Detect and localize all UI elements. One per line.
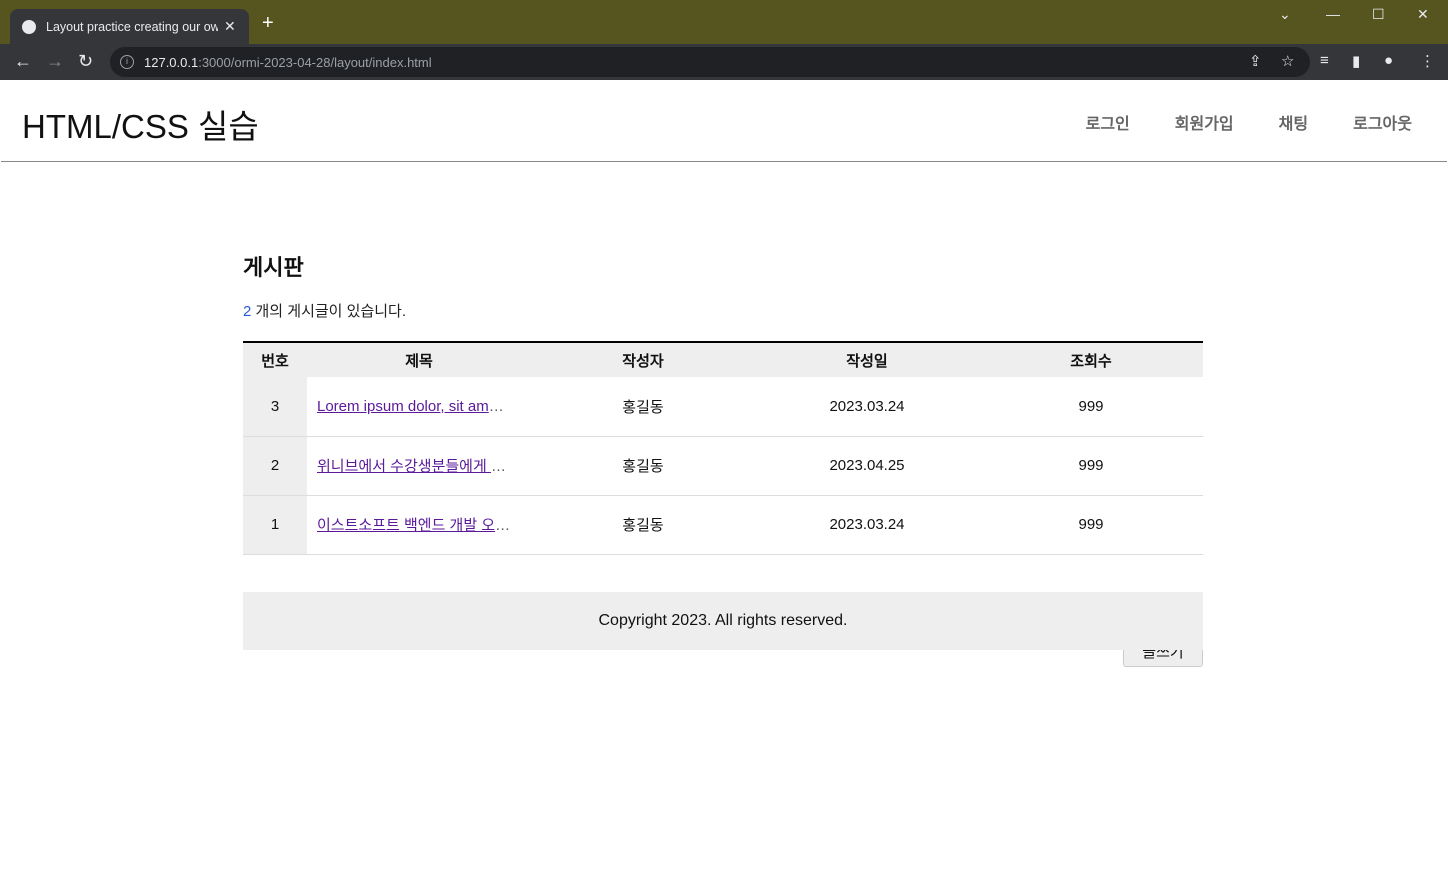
address-bar[interactable]: i 127.0.0.1:3000/ormi-2023-04-28/layout/…	[110, 47, 1310, 77]
browser-titlebar: Layout practice creating our own ✕ + ⌄ —…	[0, 0, 1448, 44]
nav-logout[interactable]: 로그아웃	[1353, 110, 1412, 134]
post-num: 2	[243, 436, 307, 496]
board-title: 게시판	[243, 255, 304, 280]
post-count: 2 개의 게시글이 있습니다.	[243, 300, 1203, 321]
maximize-icon[interactable]: ☐	[1372, 6, 1385, 23]
board-table: 번호 제목 작성자 작성일 조회수 3 Lorem ipsum dolor, s…	[243, 341, 1203, 555]
post-title-link[interactable]: Lorem ipsum dolor, sit am	[317, 398, 489, 415]
table-row: 1 이스트소프트 백엔드 개발 오… 홍길동 2023.03.24 999	[243, 495, 1203, 555]
header-author: 작성자	[531, 342, 755, 377]
nav-signup[interactable]: 회원가입	[1175, 110, 1234, 134]
post-date: 2023.03.24	[755, 377, 979, 437]
post-title-link[interactable]: 위니브에서 수강생분들에게	[317, 458, 491, 475]
post-views: 999	[979, 377, 1203, 437]
info-icon[interactable]: i	[120, 55, 134, 69]
table-row: 3 Lorem ipsum dolor, sit am… 홍길동 2023.03…	[243, 377, 1203, 437]
back-icon[interactable]: ←	[14, 51, 32, 72]
globe-icon	[22, 19, 36, 34]
post-views: 999	[979, 436, 1203, 496]
post-author: 홍길동	[531, 436, 755, 496]
reload-icon[interactable]: ↻	[78, 51, 93, 72]
menu-icon[interactable]: ⋮	[1420, 52, 1435, 70]
post-author: 홍길동	[531, 377, 755, 437]
post-date: 2023.03.24	[755, 495, 979, 555]
browser-tab[interactable]: Layout practice creating our own ✕	[10, 9, 249, 44]
forward-icon[interactable]: →	[46, 51, 64, 72]
post-date: 2023.04.25	[755, 436, 979, 496]
post-author: 홍길동	[531, 495, 755, 555]
close-window-icon[interactable]: ✕	[1417, 6, 1429, 23]
site-header: HTML/CSS 실습 로그인 회원가입 채팅 로그아웃	[1, 80, 1447, 162]
bookmark-star-icon[interactable]: ☆	[1281, 52, 1294, 70]
header-title: 제목	[307, 342, 531, 377]
site-logo[interactable]: HTML/CSS 실습	[22, 100, 259, 148]
nav-chat[interactable]: 채팅	[1279, 110, 1308, 134]
post-title-link[interactable]: 이스트소프트 백엔드 개발 오	[317, 517, 495, 534]
table-row: 2 위니브에서 수강생분들에게 … 홍길동 2023.04.25 999	[243, 436, 1203, 496]
header-date: 작성일	[755, 342, 979, 377]
tab-title: Layout practice creating our own	[46, 19, 218, 34]
main-nav: 로그인 회원가입 채팅 로그아웃	[1086, 110, 1412, 134]
post-num: 1	[243, 495, 307, 555]
url-path: :3000/ormi-2023-04-28/layout/index.html	[198, 54, 432, 70]
nav-login[interactable]: 로그인	[1086, 110, 1130, 134]
header-num: 번호	[243, 342, 307, 377]
minimize-icon[interactable]: —	[1326, 6, 1340, 22]
media-icon[interactable]: ≡	[1320, 52, 1329, 69]
tab-search-icon[interactable]: ⌄	[1279, 6, 1291, 23]
count-text: 개의 게시글이 있습니다.	[251, 303, 407, 320]
share-icon[interactable]: ⇪	[1249, 52, 1262, 70]
post-views: 999	[979, 495, 1203, 555]
site-footer: Copyright 2023. All rights reserved.	[243, 592, 1203, 650]
profile-icon[interactable]: ●	[1384, 52, 1393, 69]
new-tab-icon[interactable]: +	[262, 12, 274, 35]
board: 게시판 2 개의 게시글이 있습니다. 번호 제목 작성자 작성일 조회수 3 …	[243, 250, 1203, 667]
post-num: 3	[243, 377, 307, 437]
close-tab-icon[interactable]: ✕	[224, 18, 236, 35]
header-views: 조회수	[979, 342, 1203, 377]
browser-toolbar: ← → ↻ i 127.0.0.1:3000/ormi-2023-04-28/l…	[0, 44, 1448, 80]
url-host: 127.0.0.1	[144, 54, 199, 70]
side-panel-icon[interactable]: ▮	[1352, 52, 1360, 70]
